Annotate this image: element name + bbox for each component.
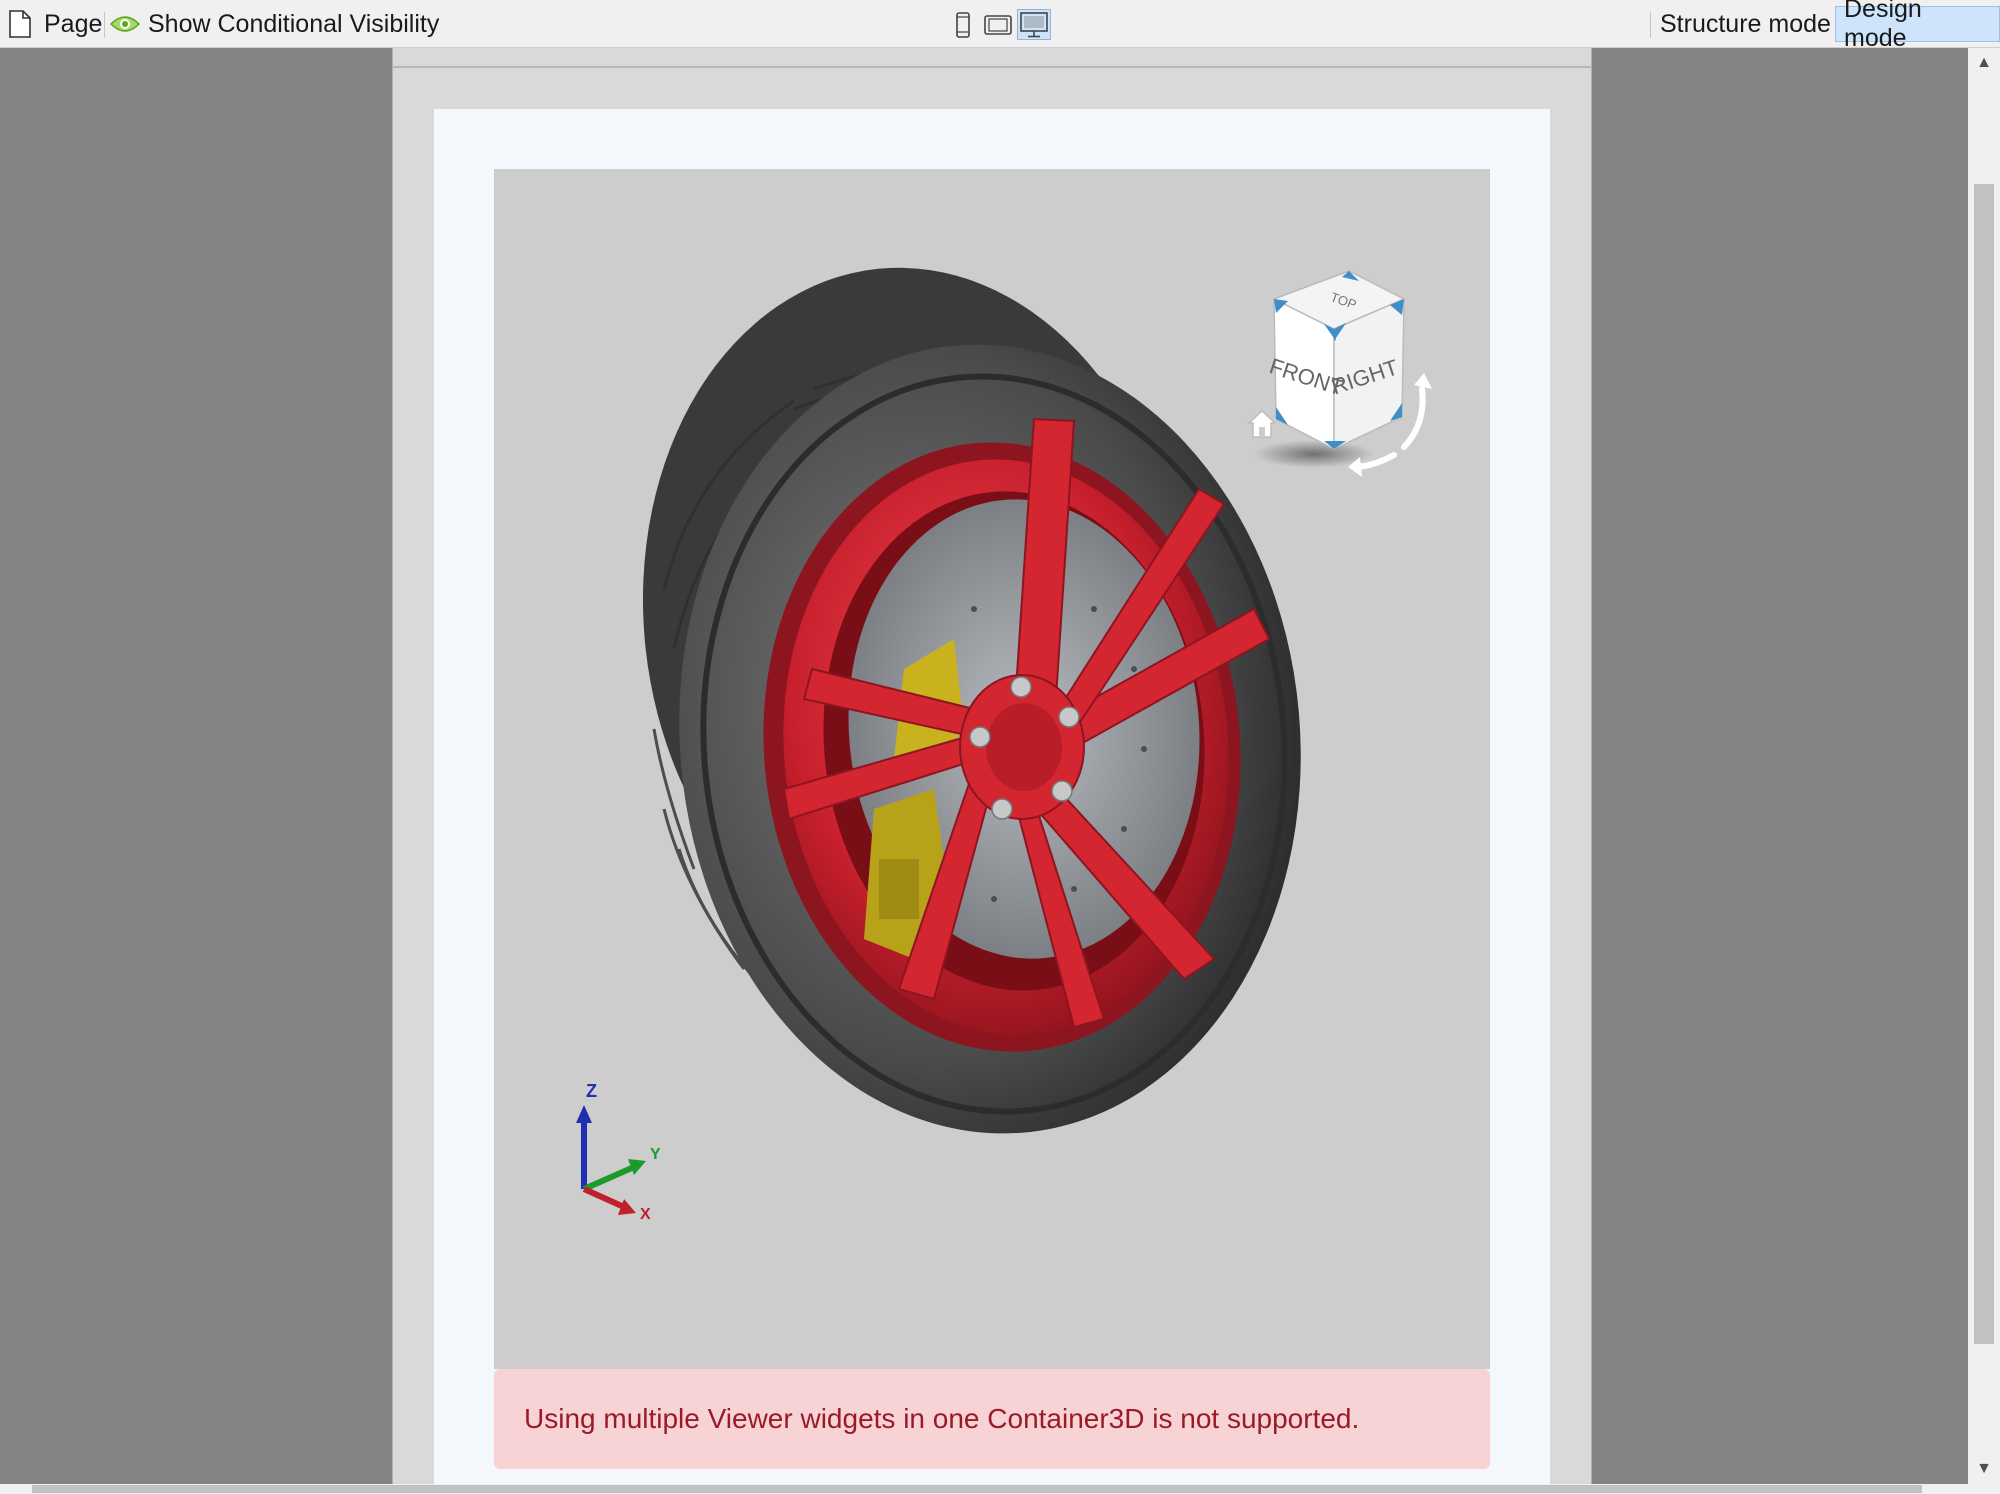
page-button[interactable]: Page — [8, 0, 102, 48]
desktop-icon — [1020, 11, 1048, 38]
vertical-scrollbar[interactable]: ▲ ▼ — [1968, 48, 2000, 1484]
page-sheet: TOP FRONT RIGHT Z Y X Using multiple Vie… — [392, 48, 1592, 1484]
phone-view-button[interactable] — [946, 9, 980, 40]
viewer-scene: TOP FRONT RIGHT Z Y X — [576, 241, 1432, 1223]
axes-triad: Z Y X — [576, 1081, 661, 1223]
vertical-scroll-thumb[interactable] — [1974, 184, 1994, 1344]
3d-viewer[interactable]: TOP FRONT RIGHT Z Y X — [494, 169, 1490, 1369]
desktop-view-button[interactable] — [1017, 9, 1051, 40]
scroll-down-arrow-icon[interactable]: ▼ — [1968, 1458, 2000, 1480]
eye-icon — [110, 14, 140, 34]
unsupported-viewer-alert: Using multiple Viewer widgets in one Con… — [494, 1369, 1490, 1469]
phone-icon — [955, 11, 971, 38]
top-toolbar: Page Show Conditional Visibility Structu… — [0, 0, 2000, 52]
tablet-view-button[interactable] — [981, 9, 1015, 40]
view-cube[interactable]: TOP FRONT RIGHT — [1254, 270, 1432, 477]
design-mode-button[interactable]: Design mode — [1835, 0, 2000, 52]
tablet-icon — [984, 14, 1012, 36]
page-icon — [8, 9, 32, 39]
structure-mode-button[interactable]: Structure mode — [1652, 6, 1839, 42]
conditional-visibility-toggle[interactable]: Show Conditional Visibility — [110, 0, 439, 48]
toolbar-divider — [104, 12, 105, 38]
wheel-model[interactable] — [609, 241, 1334, 1160]
horizontal-scroll-thumb[interactable] — [32, 1485, 1922, 1493]
axis-z-label: Z — [586, 1081, 597, 1101]
visibility-label: Show Conditional Visibility — [148, 9, 440, 38]
design-canvas: TOP FRONT RIGHT Z Y X Using multiple Vie… — [0, 48, 1968, 1484]
axis-x-label: X — [640, 1206, 651, 1223]
alert-message: Using multiple Viewer widgets in one Con… — [524, 1403, 1360, 1434]
axis-y-label: Y — [650, 1146, 661, 1163]
container3d[interactable]: TOP FRONT RIGHT Z Y X Using multiple Vie… — [434, 109, 1550, 1484]
toolbar-divider — [1650, 12, 1651, 38]
home-icon[interactable] — [1247, 409, 1277, 438]
scroll-up-arrow-icon[interactable]: ▲ — [1968, 52, 2000, 74]
page-header-divider — [393, 66, 1591, 68]
page-label: Page — [44, 9, 103, 38]
horizontal-scrollbar[interactable] — [0, 1484, 2000, 1494]
rotate-up-arrow-icon[interactable] — [1401, 386, 1426, 450]
